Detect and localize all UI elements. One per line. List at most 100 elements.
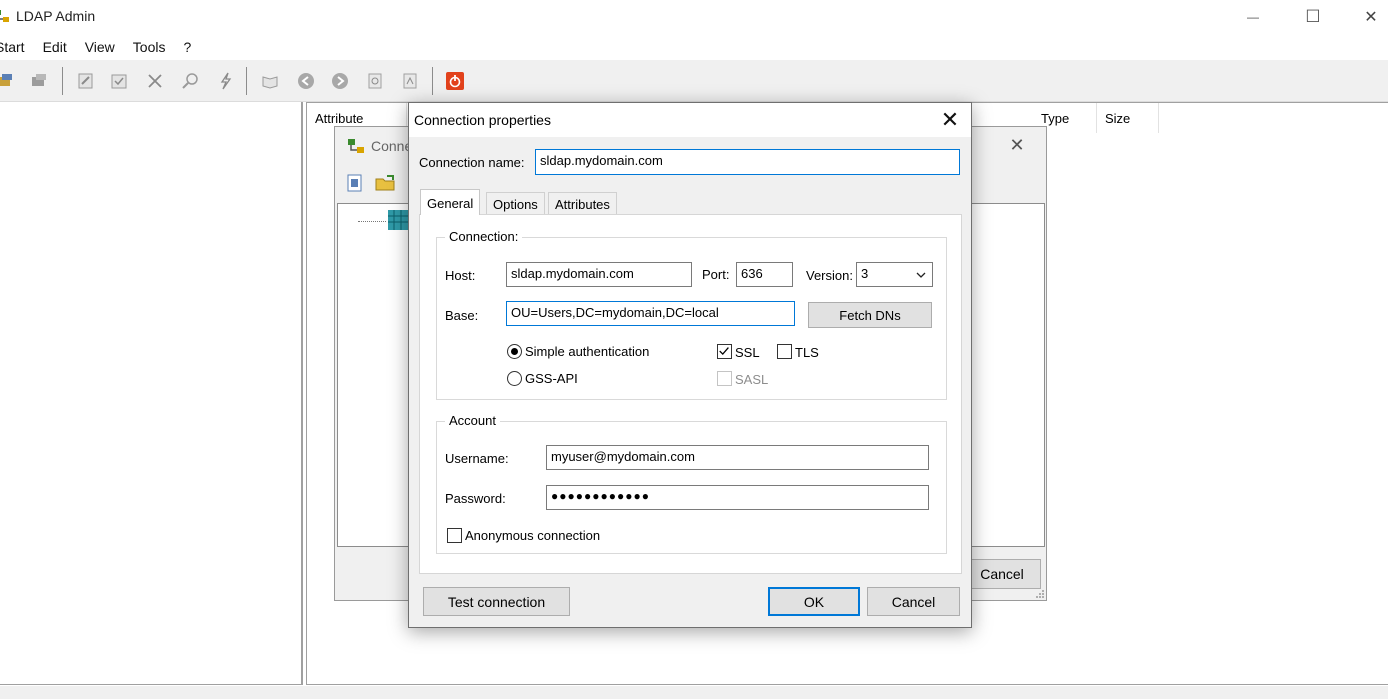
connection-name-input[interactable]: sldap.mydomain.com <box>535 149 960 175</box>
account-group-title: Account <box>445 413 500 428</box>
back-icon <box>298 73 314 89</box>
search-button[interactable] <box>178 69 202 93</box>
bookmark-button[interactable] <box>258 69 282 93</box>
password-label: Password: <box>445 491 506 506</box>
close-icon: ✕ <box>940 107 960 132</box>
save-button[interactable] <box>107 69 131 93</box>
open-folder-icon[interactable] <box>375 173 397 193</box>
close-icon: ✕ <box>1364 9 1378 26</box>
edit-entry-button[interactable] <box>74 69 98 93</box>
minimize-icon: — <box>1247 10 1259 24</box>
host-label: Host: <box>445 268 476 283</box>
test-connection-button[interactable]: Test connection <box>423 587 570 616</box>
close-window-button[interactable]: ✕ <box>1342 0 1388 34</box>
base-input[interactable]: OU=Users,DC=mydomain,DC=local <box>506 301 795 326</box>
main-toolbar <box>0 60 1388 102</box>
column-header-size[interactable]: Size <box>1097 103 1159 133</box>
ssl-label[interactable]: SSL <box>735 345 760 360</box>
app-title: LDAP Admin <box>16 8 96 24</box>
sasl-checkbox <box>717 371 732 386</box>
search-icon <box>182 73 198 89</box>
connections-cancel-button[interactable]: Cancel <box>963 559 1041 589</box>
tree-pane[interactable] <box>0 102 303 685</box>
exit-icon <box>446 72 464 90</box>
password-input[interactable]: ●●●●●●●●●●●● <box>546 485 929 510</box>
delete-icon <box>148 74 162 88</box>
exit-button[interactable] <box>443 69 467 93</box>
delete-button[interactable] <box>143 69 167 93</box>
main-title-bar: LDAP Admin — ☐ ✕ <box>0 0 1388 34</box>
fetch-dns-button[interactable]: Fetch DNs <box>808 302 932 328</box>
tab-general[interactable]: General <box>420 189 481 215</box>
back-button[interactable] <box>294 69 318 93</box>
refresh-button[interactable] <box>363 69 387 93</box>
anonymous-label[interactable]: Anonymous connection <box>465 528 600 543</box>
radio-selected-dot <box>511 348 518 355</box>
connections-close-button[interactable]: ✕ <box>1005 135 1029 157</box>
disconnect-button[interactable] <box>28 69 52 93</box>
ldap-admin-logo-icon <box>0 10 9 22</box>
modify-icon <box>220 72 232 90</box>
connection-name-label: Connection name: <box>419 155 525 170</box>
menu-bar: Start Edit View Tools ? <box>0 36 200 58</box>
minimize-button[interactable]: — <box>1224 0 1282 34</box>
connection-group: Connection: Host: sldap.mydomain.com Por… <box>436 229 947 400</box>
dialog-close-button[interactable]: ✕ <box>935 107 965 133</box>
edit-icon <box>78 73 93 89</box>
port-label: Port: <box>702 267 730 282</box>
bookmark-icon <box>262 76 278 89</box>
dialog-title: Connection properties <box>414 112 551 128</box>
version-select[interactable]: 3 <box>856 262 933 287</box>
menu-help[interactable]: ? <box>174 36 200 58</box>
username-label: Username: <box>445 451 509 466</box>
tab-attributes[interactable]: Attributes <box>548 192 617 215</box>
simple-auth-radio[interactable] <box>507 344 522 359</box>
modify-button[interactable] <box>214 69 238 93</box>
connect-icon <box>0 74 12 86</box>
general-tab-panel: Connection: Host: sldap.mydomain.com Por… <box>419 214 962 574</box>
base-label: Base: <box>445 308 479 323</box>
anonymous-checkbox[interactable] <box>447 528 462 543</box>
connections-logo-icon <box>348 139 364 153</box>
menu-edit[interactable]: Edit <box>34 36 76 58</box>
maximize-button[interactable]: ☐ <box>1284 0 1342 34</box>
forward-button[interactable] <box>328 69 352 93</box>
ssl-checkbox[interactable] <box>717 344 732 359</box>
toolbar-separator <box>62 67 63 95</box>
schema-button[interactable] <box>398 69 422 93</box>
cancel-button[interactable]: Cancel <box>867 587 960 616</box>
chevron-down-icon <box>916 272 926 278</box>
resize-grip-icon[interactable] <box>1033 587 1045 599</box>
new-connection-icon[interactable] <box>345 173 365 193</box>
version-label: Version: <box>806 268 853 283</box>
host-input[interactable]: sldap.mydomain.com <box>506 262 692 287</box>
toolbar-separator <box>432 67 433 95</box>
save-icon <box>111 74 127 89</box>
refresh-icon <box>368 73 382 89</box>
menu-view[interactable]: View <box>76 36 124 58</box>
gss-api-radio[interactable] <box>507 371 522 386</box>
sasl-label: SASL <box>735 372 769 387</box>
username-input[interactable]: myuser@mydomain.com <box>546 445 929 470</box>
account-group: Account Username: myuser@mydomain.com Pa… <box>436 413 947 554</box>
connection-properties-dialog: Connection properties ✕ Connection name:… <box>408 102 972 628</box>
server-icon[interactable] <box>386 208 410 232</box>
tab-options[interactable]: Options <box>486 192 545 215</box>
connections-dialog-title: Conne <box>371 138 413 154</box>
schema-icon <box>403 73 417 89</box>
close-icon: ✕ <box>1009 135 1025 155</box>
gss-api-label[interactable]: GSS-API <box>525 371 578 386</box>
checkmark-icon <box>719 347 729 356</box>
simple-auth-label[interactable]: Simple authentication <box>525 344 649 359</box>
tls-label[interactable]: TLS <box>795 345 819 360</box>
port-input[interactable]: 636 <box>736 262 793 287</box>
version-select-value: 3 <box>861 266 869 281</box>
maximize-icon: ☐ <box>1305 7 1321 26</box>
menu-start[interactable]: Start <box>0 36 34 58</box>
connect-button[interactable] <box>0 69 18 93</box>
menu-tools[interactable]: Tools <box>124 36 175 58</box>
ok-button[interactable]: OK <box>768 587 860 616</box>
tls-checkbox[interactable] <box>777 344 792 359</box>
toolbar-separator <box>246 67 247 95</box>
connection-group-title: Connection: <box>445 229 523 244</box>
